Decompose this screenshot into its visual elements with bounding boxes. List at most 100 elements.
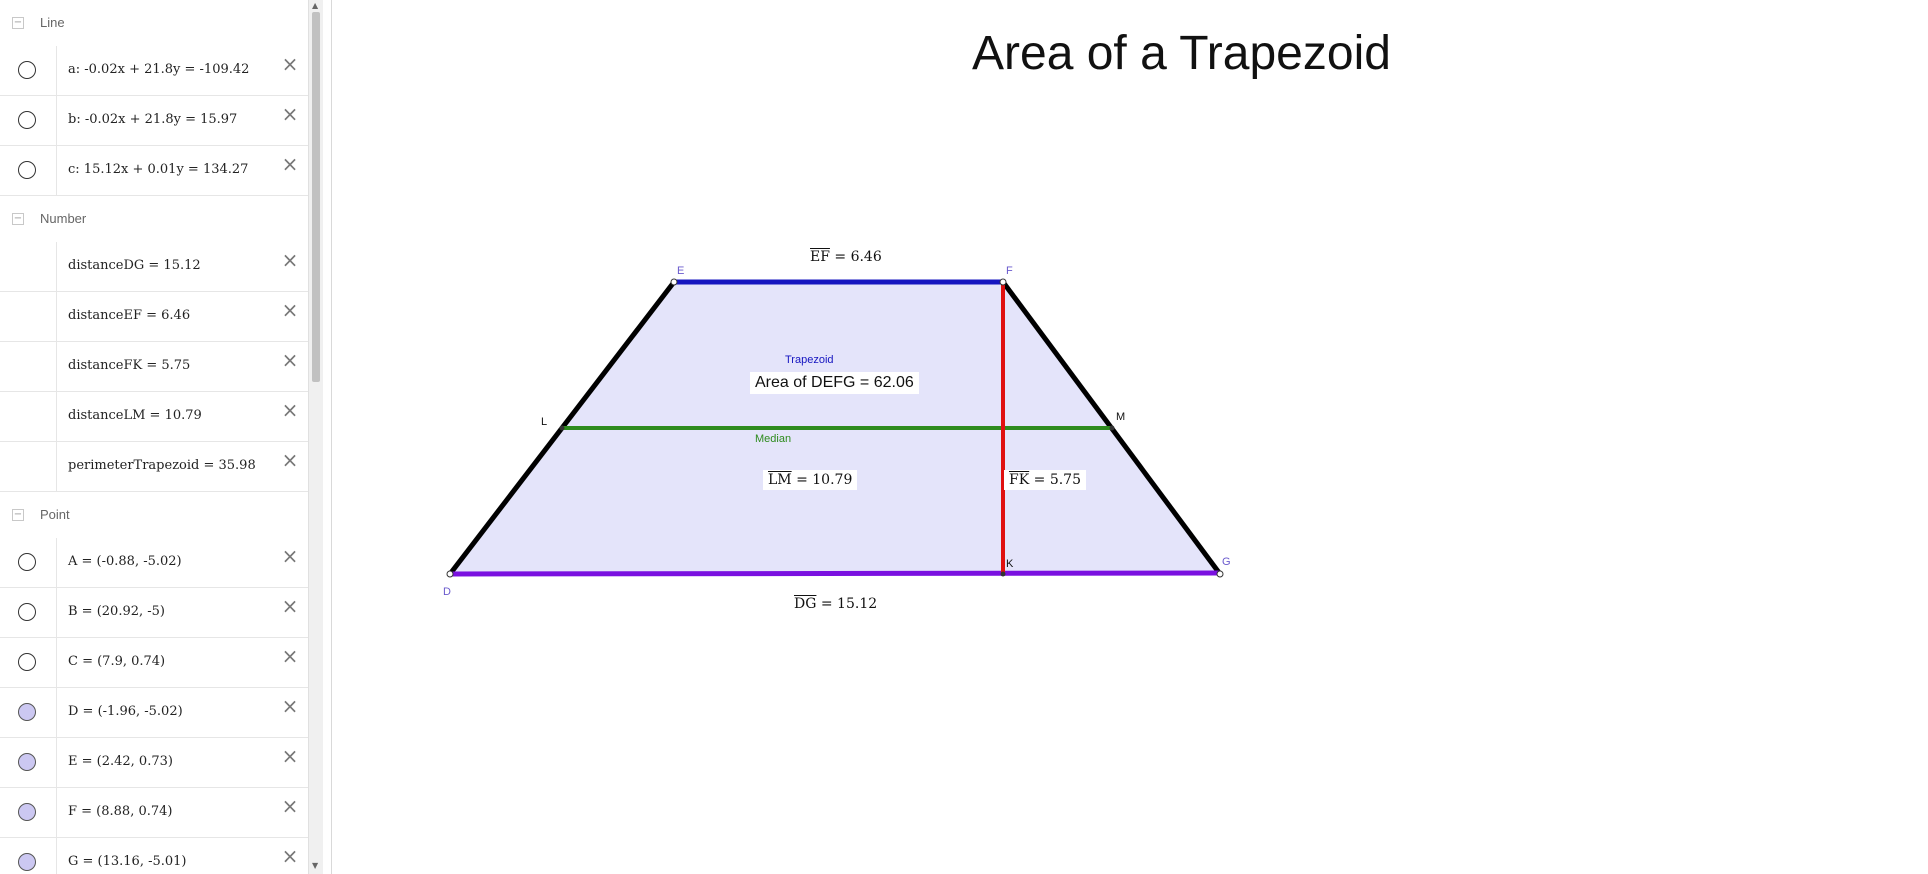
delete-icon[interactable]: × bbox=[280, 54, 300, 74]
group-label: Point bbox=[40, 507, 70, 522]
trapezoid-label: Trapezoid bbox=[785, 354, 834, 366]
collapse-icon[interactable]: − bbox=[12, 17, 24, 29]
visibility-toggle[interactable] bbox=[18, 803, 36, 821]
delete-icon[interactable]: × bbox=[280, 746, 300, 766]
delete-icon[interactable]: × bbox=[280, 154, 300, 174]
marble-cell bbox=[0, 146, 57, 195]
view-divider[interactable] bbox=[323, 0, 332, 874]
scroll-down-icon[interactable]: ▼ bbox=[312, 862, 318, 870]
definition-text[interactable]: C = (7.9, 0.74) bbox=[68, 654, 165, 669]
group-label: Line bbox=[40, 15, 65, 30]
definition-text[interactable]: E = (2.42, 0.73) bbox=[68, 754, 173, 769]
fk-length-label: FK = 5.75 bbox=[1004, 470, 1086, 490]
graphics-view[interactable]: Area of a Trapezoid EF = 6.46 DG = 15.12… bbox=[332, 0, 1928, 874]
definition-text[interactable]: distanceLM = 10.79 bbox=[68, 408, 202, 423]
point-label-L: L bbox=[541, 416, 548, 428]
marble-cell bbox=[0, 688, 57, 737]
algebra-row-point-F[interactable]: F = (8.88, 0.74) × bbox=[0, 788, 308, 838]
delete-icon[interactable]: × bbox=[280, 596, 300, 616]
marble-cell bbox=[0, 738, 57, 787]
algebra-row-line-b[interactable]: b: -0.02x + 21.8y = 15.97 × bbox=[0, 96, 308, 146]
definition-text[interactable]: A = (-0.88, -5.02) bbox=[68, 554, 182, 569]
construction-canvas[interactable] bbox=[332, 0, 1928, 874]
visibility-toggle[interactable] bbox=[18, 853, 36, 871]
marble-cell bbox=[0, 292, 57, 341]
delete-icon[interactable]: × bbox=[280, 846, 300, 866]
scrollbar-thumb[interactable] bbox=[312, 12, 320, 382]
collapse-icon[interactable]: − bbox=[12, 213, 24, 225]
marble-cell bbox=[0, 242, 57, 291]
definition-text[interactable]: distanceFK = 5.75 bbox=[68, 358, 190, 373]
algebra-row-line-c[interactable]: c: 15.12x + 0.01y = 134.27 × bbox=[0, 146, 308, 196]
algebra-row-perimeterTrapezoid[interactable]: perimeterTrapezoid = 35.98 × bbox=[0, 442, 308, 492]
algebra-row-distanceDG[interactable]: distanceDG = 15.12 × bbox=[0, 242, 308, 292]
algebra-row-point-G[interactable]: G = (13.16, -5.01) × bbox=[0, 838, 308, 874]
definition-text[interactable]: G = (13.16, -5.01) bbox=[68, 854, 187, 869]
point-L[interactable] bbox=[559, 425, 565, 431]
area-text: Area of DEFG = 62.06 bbox=[750, 372, 919, 394]
point-G[interactable] bbox=[1216, 570, 1224, 578]
definition-text[interactable]: F = (8.88, 0.74) bbox=[68, 804, 172, 819]
algebra-row-line-a[interactable]: a: -0.02x + 21.8y = -109.42 × bbox=[0, 46, 308, 96]
point-D[interactable] bbox=[446, 570, 454, 578]
algebra-row-point-E[interactable]: E = (2.42, 0.73) × bbox=[0, 738, 308, 788]
definition-text[interactable]: c: 15.12x + 0.01y = 134.27 bbox=[68, 162, 248, 177]
visibility-toggle[interactable] bbox=[18, 553, 36, 571]
delete-icon[interactable]: × bbox=[280, 450, 300, 470]
segment-name: DG bbox=[794, 596, 817, 612]
marble-cell bbox=[0, 96, 57, 145]
segment-name: FK bbox=[1009, 472, 1030, 488]
visibility-toggle[interactable] bbox=[18, 753, 36, 771]
group-line[interactable]: − Line bbox=[0, 0, 308, 47]
delete-icon[interactable]: × bbox=[280, 696, 300, 716]
scroll-up-icon[interactable]: ▲ bbox=[312, 2, 318, 10]
point-label-M: M bbox=[1116, 411, 1126, 423]
definition-text[interactable]: perimeterTrapezoid = 35.98 bbox=[68, 458, 256, 473]
marble-cell bbox=[0, 638, 57, 687]
point-label-G: G bbox=[1222, 556, 1231, 568]
algebra-row-distanceFK[interactable]: distanceFK = 5.75 × bbox=[0, 342, 308, 392]
definition-text[interactable]: B = (20.92, -5) bbox=[68, 604, 165, 619]
visibility-toggle[interactable] bbox=[18, 61, 36, 79]
delete-icon[interactable]: × bbox=[280, 300, 300, 320]
algebra-row-point-A[interactable]: A = (-0.88, -5.02) × bbox=[0, 538, 308, 588]
visibility-toggle[interactable] bbox=[18, 111, 36, 129]
delete-icon[interactable]: × bbox=[280, 400, 300, 420]
collapse-icon[interactable]: − bbox=[12, 509, 24, 521]
delete-icon[interactable]: × bbox=[280, 104, 300, 124]
marble-cell bbox=[0, 838, 57, 874]
visibility-toggle[interactable] bbox=[18, 653, 36, 671]
segment-value: = 5.75 bbox=[1033, 472, 1081, 488]
group-point[interactable]: − Point bbox=[0, 492, 308, 539]
page-title: Area of a Trapezoid bbox=[972, 27, 1391, 80]
point-K[interactable] bbox=[1000, 571, 1006, 577]
delete-icon[interactable]: × bbox=[280, 646, 300, 666]
visibility-toggle[interactable] bbox=[18, 703, 36, 721]
algebra-scrollbar[interactable]: ▲ ▼ bbox=[308, 0, 324, 874]
marble-cell bbox=[0, 788, 57, 837]
segment-DG[interactable] bbox=[449, 570, 1221, 577]
algebra-row-distanceEF[interactable]: distanceEF = 6.46 × bbox=[0, 292, 308, 342]
point-F[interactable] bbox=[999, 278, 1007, 286]
delete-icon[interactable]: × bbox=[280, 250, 300, 270]
algebra-row-point-C[interactable]: C = (7.9, 0.74) × bbox=[0, 638, 308, 688]
delete-icon[interactable]: × bbox=[280, 796, 300, 816]
definition-text[interactable]: distanceDG = 15.12 bbox=[68, 258, 201, 273]
marble-cell bbox=[0, 588, 57, 637]
definition-text[interactable]: a: -0.02x + 21.8y = -109.42 bbox=[68, 62, 249, 77]
delete-icon[interactable]: × bbox=[280, 546, 300, 566]
point-label-E: E bbox=[677, 265, 685, 277]
algebra-row-point-B[interactable]: B = (20.92, -5) × bbox=[0, 588, 308, 638]
definition-text[interactable]: b: -0.02x + 21.8y = 15.97 bbox=[68, 112, 237, 127]
point-M[interactable] bbox=[1109, 425, 1115, 431]
visibility-toggle[interactable] bbox=[18, 603, 36, 621]
definition-text[interactable]: D = (-1.96, -5.02) bbox=[68, 704, 183, 719]
definition-text[interactable]: distanceEF = 6.46 bbox=[68, 308, 190, 323]
point-E[interactable] bbox=[670, 278, 678, 286]
algebra-row-point-D[interactable]: D = (-1.96, -5.02) × bbox=[0, 688, 308, 738]
group-label: Number bbox=[40, 211, 87, 226]
visibility-toggle[interactable] bbox=[18, 161, 36, 179]
algebra-row-distanceLM[interactable]: distanceLM = 10.79 × bbox=[0, 392, 308, 442]
delete-icon[interactable]: × bbox=[280, 350, 300, 370]
group-number[interactable]: − Number bbox=[0, 196, 308, 243]
